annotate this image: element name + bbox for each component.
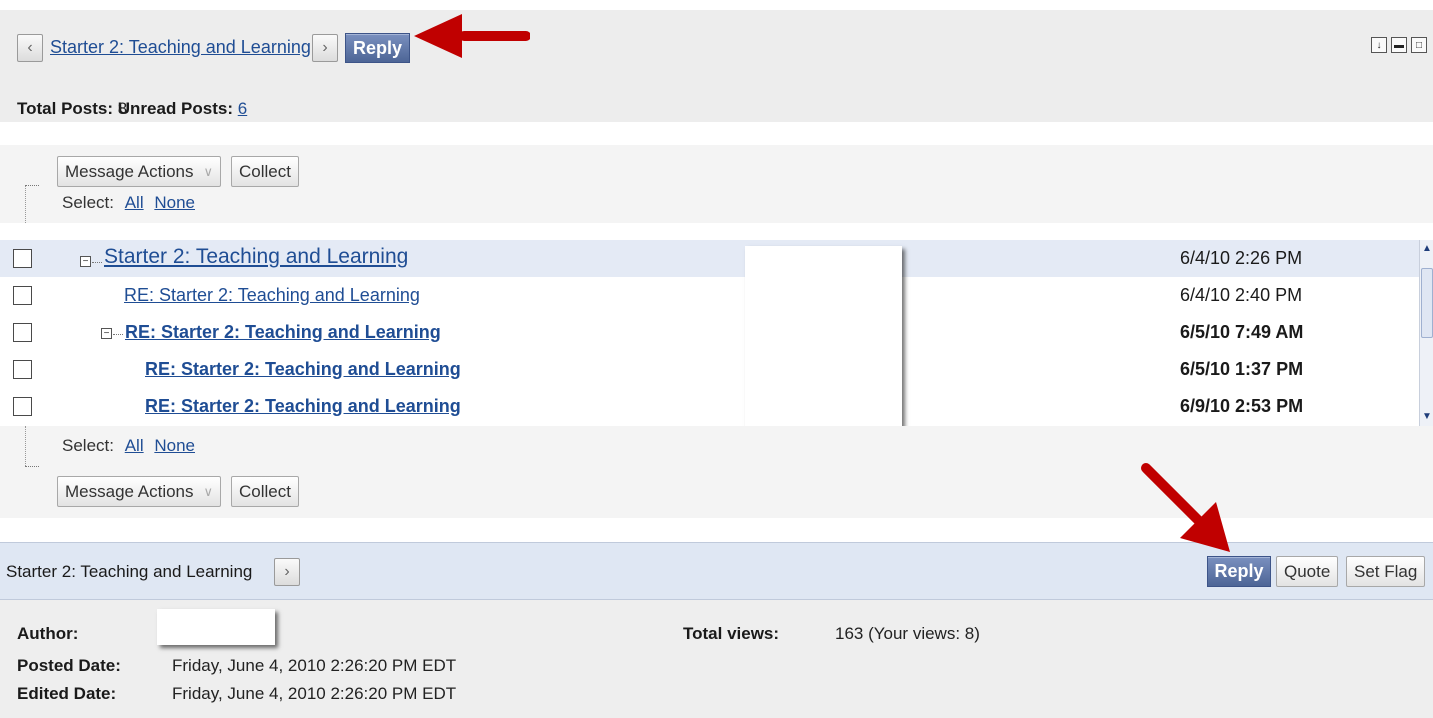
message-details: Author: Posted Date: Friday, June 4, 201… (0, 600, 1433, 718)
collapse-icon[interactable]: − (80, 256, 91, 267)
window-controls: ↓ ▬ □ (1371, 37, 1427, 53)
post-checkbox[interactable] (13, 397, 32, 416)
post-checkbox[interactable] (13, 286, 32, 305)
post-row[interactable]: − RE: Starter 2: Teaching and Learning 6… (0, 314, 1419, 351)
post-row[interactable]: RE: Starter 2: Teaching and Learning 6/5… (0, 351, 1419, 388)
message-actions-button[interactable]: Message Actions ∨ (57, 156, 222, 187)
post-title-link[interactable]: RE: Starter 2: Teaching and Learning (124, 285, 420, 306)
chevron-right-icon: › (284, 563, 290, 580)
message-actions-button[interactable]: Message Actions ∨ (57, 476, 222, 507)
edited-date-value: Friday, June 4, 2010 2:26:20 PM EDT (172, 684, 457, 703)
chevron-left-icon: ‹ (27, 39, 33, 56)
total-posts-label: Total Posts: (17, 99, 114, 118)
message-actions-label: Message Actions (65, 161, 194, 181)
next-message-button[interactable]: › (274, 558, 300, 586)
select-none-link[interactable]: None (154, 193, 195, 212)
post-row[interactable]: RE: Starter 2: Teaching and Learning 6/4… (0, 277, 1419, 314)
post-checkbox[interactable] (13, 360, 32, 379)
total-views-label: Total views: (683, 624, 780, 643)
post-counts: Total Posts: 8 Unread Posts: 6 (17, 99, 247, 119)
chevron-down-icon: ∨ (203, 163, 214, 179)
reply-button[interactable]: Reply (1207, 556, 1271, 587)
reply-button-top[interactable]: Reply (345, 33, 410, 63)
tree-connector (25, 185, 39, 186)
select-none-link[interactable]: None (154, 436, 195, 455)
post-date: 6/5/10 1:37 PM (1180, 359, 1304, 379)
tree-connector (25, 466, 39, 467)
collect-button[interactable]: Collect (231, 156, 299, 187)
posted-date-value: Friday, June 4, 2010 2:26:20 PM EDT (172, 656, 457, 675)
select-controls-top: Select: All None (62, 193, 195, 213)
chevron-down-icon: ∨ (203, 483, 214, 499)
select-label: Select: (62, 193, 114, 212)
tree-connector (25, 426, 26, 466)
thread-title-link[interactable]: Starter 2: Teaching and Learning (50, 37, 311, 58)
redacted-author (157, 609, 275, 645)
chevron-right-icon: › (322, 39, 328, 56)
prev-thread-button[interactable]: ‹ (17, 34, 43, 62)
select-label: Select: (62, 436, 114, 455)
thread-header: ‹ Starter 2: Teaching and Learning › Rep… (0, 10, 1433, 122)
select-all-link[interactable]: All (125, 193, 144, 212)
post-date: 6/5/10 7:49 AM (1180, 322, 1304, 342)
annotation-arrow-icon (414, 14, 530, 58)
post-checkbox[interactable] (13, 249, 32, 268)
scroll-up-icon[interactable]: ▲ (1420, 242, 1433, 256)
author-label: Author: (17, 624, 79, 643)
minimize-icon[interactable]: ▬ (1391, 37, 1407, 53)
total-posts-value: 8 (117, 99, 128, 118)
post-date: 6/9/10 2:53 PM (1180, 396, 1304, 416)
post-list: − Starter 2: Teaching and Learning 6/4/1… (0, 240, 1419, 426)
unread-posts-label: Unread Posts: (117, 99, 234, 118)
maximize-icon[interactable]: □ (1411, 37, 1427, 53)
collapse-icon[interactable]: − (101, 328, 112, 339)
top-action-bar: Message Actions ∨ Collect Select: All No… (0, 145, 1433, 223)
scroll-thumb[interactable] (1421, 268, 1433, 338)
tree-connector (92, 262, 102, 263)
post-date: 6/4/10 2:26 PM (1180, 248, 1303, 268)
scroll-down-icon[interactable]: ▼ (1420, 410, 1433, 424)
post-date: 6/4/10 2:40 PM (1180, 285, 1303, 305)
next-thread-button[interactable]: › (312, 34, 338, 62)
posted-date-label: Posted Date: (17, 656, 121, 675)
post-title-link[interactable]: RE: Starter 2: Teaching and Learning (145, 359, 461, 380)
select-controls-bottom: Select: All None (62, 436, 195, 456)
post-list-scrollbar[interactable]: ▲ ▼ (1419, 240, 1433, 426)
unread-posts-link[interactable]: 6 (238, 99, 247, 118)
download-icon[interactable]: ↓ (1371, 37, 1387, 53)
post-title-link[interactable]: RE: Starter 2: Teaching and Learning (145, 396, 461, 417)
post-row[interactable]: RE: Starter 2: Teaching and Learning 6/9… (0, 388, 1419, 425)
tree-connector (113, 334, 123, 335)
select-all-link[interactable]: All (125, 436, 144, 455)
annotation-arrow-icon (1141, 463, 1230, 552)
set-flag-button[interactable]: Set Flag (1346, 556, 1426, 587)
message-actions-label: Message Actions (65, 481, 194, 501)
quote-button[interactable]: Quote (1276, 556, 1339, 587)
collect-button[interactable]: Collect (231, 476, 299, 507)
edited-date-label: Edited Date: (17, 684, 117, 703)
post-row[interactable]: − Starter 2: Teaching and Learning 6/4/1… (0, 240, 1419, 277)
post-title-link[interactable]: Starter 2: Teaching and Learning (104, 245, 408, 269)
message-title: Starter 2: Teaching and Learning (6, 562, 253, 581)
redacted-area (745, 246, 902, 435)
post-title-link[interactable]: RE: Starter 2: Teaching and Learning (125, 322, 441, 343)
tree-connector (25, 185, 26, 223)
total-views-value: 163 (Your views: 8) (835, 624, 980, 643)
post-checkbox[interactable] (13, 323, 32, 342)
